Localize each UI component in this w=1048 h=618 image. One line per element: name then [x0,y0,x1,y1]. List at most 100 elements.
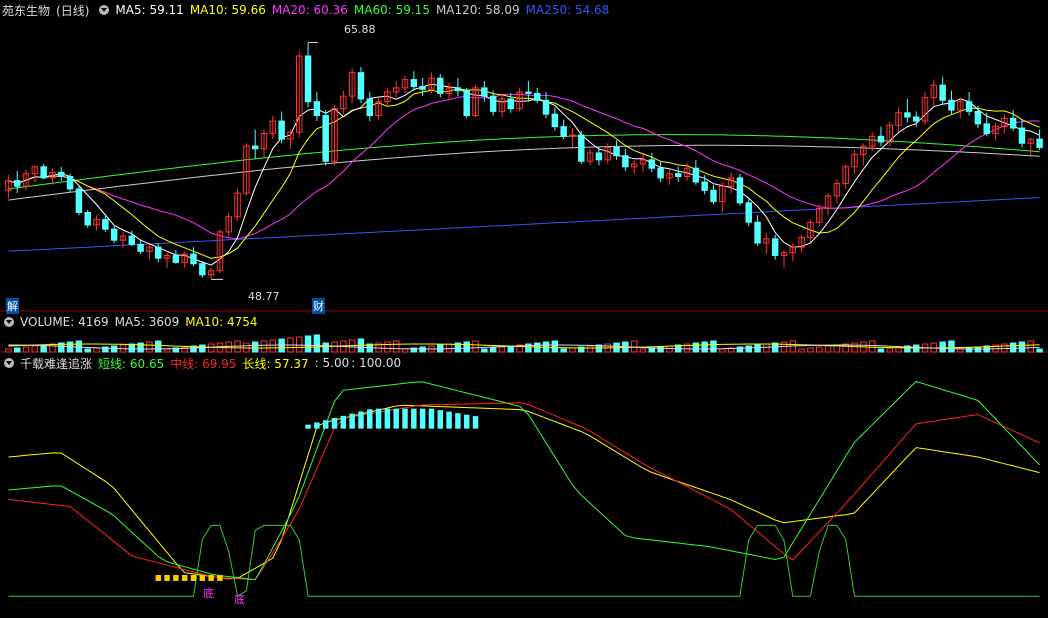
histogram-bar [446,411,452,429]
volume-bar [498,346,506,353]
bottom-signal-bar [208,574,214,581]
volume-bar [851,342,858,353]
bottom-signal-bar [199,574,206,581]
candle-down [525,91,532,94]
candle-down [454,87,462,92]
volume-bar [392,340,400,353]
volume-bar [401,348,409,353]
volume-bar [481,348,488,353]
ma10-line [8,88,1040,259]
candle-down [437,77,444,94]
volume-bar [745,345,752,353]
candle-down [313,101,321,117]
cai-marker[interactable]: 财 [312,298,325,314]
candle-down [533,92,541,101]
volume-bar [75,340,83,353]
histogram-bar [428,408,435,429]
candle-down [304,55,312,103]
volume-bar [551,340,559,353]
volume-bar [1027,340,1035,353]
signal-line [8,524,1040,598]
candle-down [507,98,515,110]
volume-bar [807,347,814,353]
ref-level-high: : 100.00 [351,356,402,370]
volume-bar [1018,341,1026,353]
mid-line-legend: 中线: 69.95 [170,356,237,371]
candle-down [1018,127,1026,144]
volume-bar [31,345,39,353]
volume-bar [1009,342,1017,353]
long-line [8,404,1040,580]
indicator-legend: 千载难逢追涨 短线: 60.65 中线: 69.95 长线: 57.37 : 5… [0,355,407,371]
ma250-line [8,197,1040,252]
candle-down [58,171,65,178]
histogram-bar [411,408,417,429]
histogram-bar [455,413,461,429]
volume-bar [225,341,232,353]
histogram-bar [472,416,479,429]
ma20-legend: MA20: 60.36 [271,3,348,17]
volume-bar [163,348,171,353]
candle-down [595,152,603,161]
volume-bar [331,341,338,353]
candle-down [322,115,329,162]
ma5-legend: MA5: 59.11 [115,3,184,17]
candle-down [736,177,744,204]
candle-down [199,263,206,276]
dropdown-icon[interactable] [99,5,110,15]
candle-down [965,101,973,112]
ma10-legend: MA10: 59.66 [189,3,266,17]
volume-bar [489,347,497,353]
volume-bar [948,340,955,353]
candle-down [710,189,717,202]
candle-down [128,235,136,245]
candle-down [110,228,118,241]
histogram-bar [305,424,311,429]
candle-down [366,98,373,117]
volume-bar [507,345,515,353]
candle-down [66,176,74,190]
histogram-bar [314,422,320,429]
jie-marker[interactable]: 解 [6,298,19,314]
candle-down [877,135,885,143]
kline-chart-canvas[interactable] [0,0,1048,618]
volume-bar [957,348,964,353]
dropdown-icon[interactable] [4,317,14,327]
volume-bar [877,348,885,353]
histogram-bar [349,413,355,429]
candle-down [190,253,197,265]
indicator-name: 千载难逢追涨 [20,356,93,371]
candle-down [983,123,990,135]
bottom-signal-bar [217,574,223,581]
volume-bar [146,341,153,353]
histogram-bar [358,411,364,429]
stock-period: (日线) [56,3,90,18]
candle-down [560,126,567,137]
di-marker: 底 [234,593,245,606]
candle-down [75,188,83,214]
volume-bar [384,341,391,353]
volume-bar [304,335,312,353]
volume-bar [692,342,700,353]
volume-bar [22,346,30,353]
candle-down [102,218,109,230]
volume-bar [824,345,832,353]
histogram-bar [331,418,338,429]
candle-down [771,238,779,256]
volume-bar [1001,343,1008,353]
volume-bar [719,348,726,353]
volume-bar [260,340,268,353]
volume-bar [939,341,946,353]
histogram-bar [322,420,329,429]
volume-bar [710,340,717,353]
volume-bar [313,334,321,353]
volume-bar [472,340,479,353]
volume-ma5: MA5: 3609 [114,315,180,329]
candle-down [481,87,488,97]
volume-bar [701,341,708,353]
candle-down [1036,138,1043,148]
ma250-legend: MA250: 54.68 [525,3,610,17]
short-line-legend: 短线: 60.65 [98,356,165,371]
dropdown-icon[interactable] [4,358,14,368]
candle-down [551,113,559,128]
